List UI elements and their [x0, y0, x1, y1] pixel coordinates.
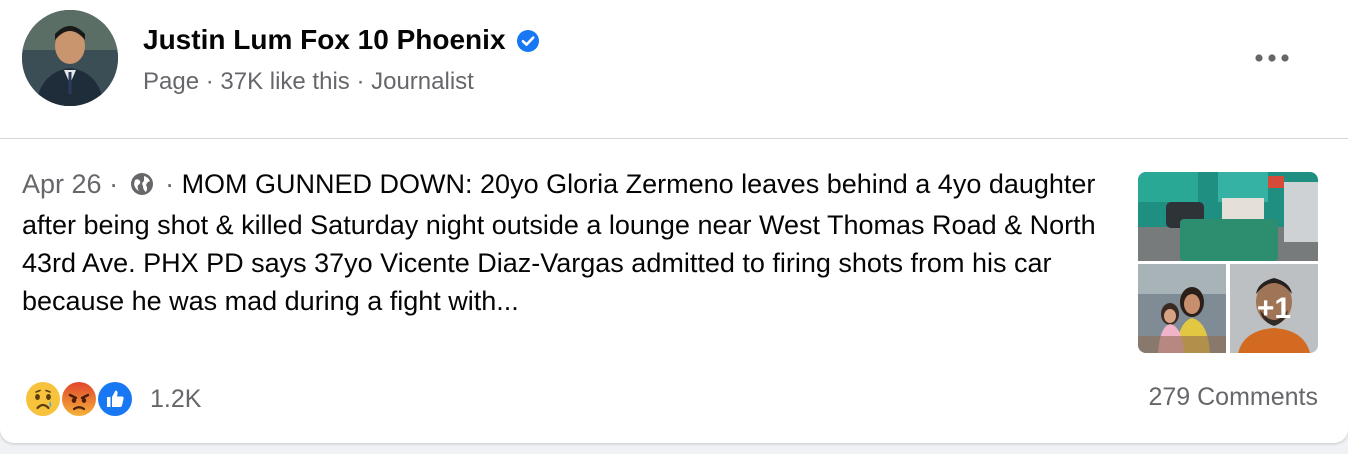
angry-reaction-icon — [60, 380, 98, 418]
page-name-text[interactable]: Justin Lum Fox 10 Phoenix — [143, 24, 506, 56]
like-reaction-icon — [96, 380, 134, 418]
more-options-icon — [1255, 54, 1289, 62]
reactions-summary[interactable]: 1.2K — [24, 380, 201, 418]
reaction-icons[interactable] — [24, 380, 136, 418]
globe-icon — [130, 168, 154, 206]
sad-reaction-icon — [24, 380, 62, 418]
post-text[interactable]: Apr 26 · · MOM GUNNED DOWN: 20yo Gloria … — [22, 165, 1102, 320]
date-separator: · — [101, 169, 126, 199]
post-body: MOM GUNNED DOWN: 20yo Gloria Zermeno lea… — [22, 169, 1096, 316]
comments-count[interactable]: 279 Comments — [1148, 383, 1318, 412]
page-meta: Page · 37K like this · Journalist — [143, 68, 474, 95]
more-photos-overlay[interactable]: +1 — [1230, 264, 1318, 353]
page-name[interactable]: Justin Lum Fox 10 Phoenix — [143, 24, 540, 56]
more-options-button[interactable] — [1250, 40, 1294, 76]
post-date[interactable]: Apr 26 — [22, 169, 102, 199]
post-header: Justin Lum Fox 10 Phoenix Page · 37K lik… — [0, 0, 1348, 139]
photo-grid[interactable]: +1 — [1138, 172, 1318, 353]
reaction-count[interactable]: 1.2K — [150, 385, 201, 414]
photo-scene[interactable] — [1138, 172, 1318, 261]
date-separator-2: · — [157, 169, 182, 199]
photo-family[interactable] — [1138, 264, 1226, 353]
verified-badge-icon — [516, 28, 540, 52]
post-card: Justin Lum Fox 10 Phoenix Page · 37K lik… — [0, 0, 1348, 443]
photo-mugshot[interactable]: +1 — [1230, 264, 1318, 353]
avatar[interactable] — [22, 10, 118, 106]
